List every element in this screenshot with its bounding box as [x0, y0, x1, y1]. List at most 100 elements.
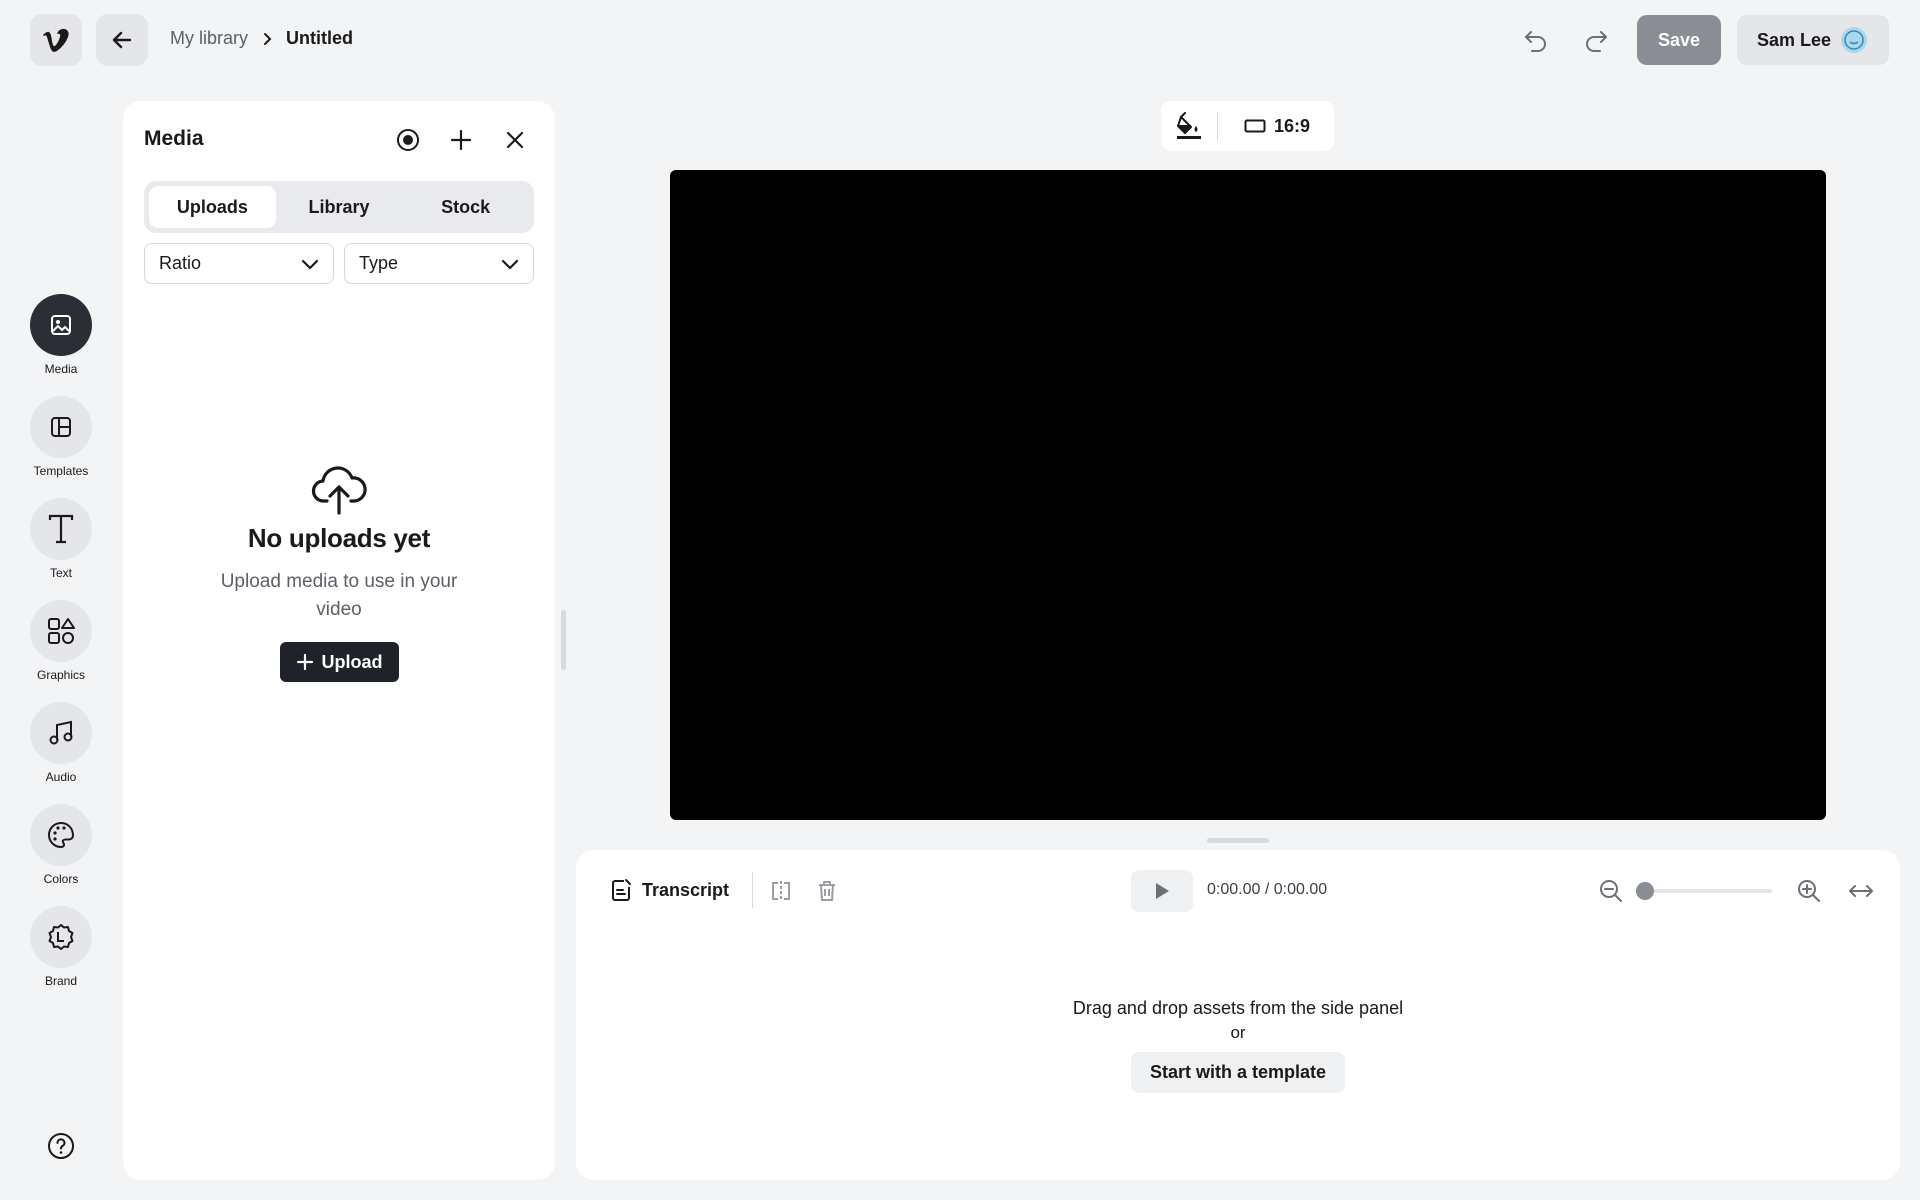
shapes-icon: [48, 618, 75, 644]
breadcrumb: My library Untitled: [170, 28, 353, 49]
record-icon: [397, 129, 419, 151]
panel-resize-handle[interactable]: [561, 610, 566, 670]
split-icon: [772, 881, 790, 901]
empty-description: Upload media to use in your video: [220, 571, 458, 620]
tab-library[interactable]: Library: [276, 186, 403, 228]
rail-colors-button[interactable]: [30, 804, 92, 866]
rail-brand-button[interactable]: [30, 906, 92, 968]
video-canvas[interactable]: [670, 170, 1826, 820]
current-time: 0:00.00: [1207, 881, 1261, 898]
zoom-slider-thumb[interactable]: [1636, 882, 1654, 900]
rail-item-audio[interactable]: Audio: [20, 702, 102, 784]
background-fill-button[interactable]: [1161, 101, 1217, 151]
add-media-button[interactable]: [446, 125, 476, 155]
upload-button[interactable]: Upload: [279, 642, 399, 682]
chevron-down-icon: [501, 259, 519, 270]
paint-bucket-icon: [1177, 112, 1201, 139]
avatar: [1841, 27, 1868, 53]
play-button[interactable]: [1131, 870, 1193, 912]
breadcrumb-my-library[interactable]: My library: [170, 28, 248, 49]
timeline-resize-handle[interactable]: [1207, 838, 1269, 843]
close-panel-button[interactable]: [500, 125, 530, 155]
aspect-ratio-button[interactable]: 16:9: [1218, 116, 1310, 137]
timeline-divider: [752, 872, 753, 908]
ratio-filter-label: Ratio: [159, 253, 202, 273]
zoom-out-button[interactable]: [1596, 876, 1626, 906]
delete-clip-button[interactable]: [812, 876, 842, 906]
palette-icon: [48, 821, 75, 849]
trash-icon: [819, 881, 835, 901]
close-icon: [506, 131, 524, 149]
transcript-icon: [612, 879, 631, 901]
rail-audio-button[interactable]: [30, 702, 92, 764]
rail-media-button[interactable]: [30, 294, 92, 356]
fit-to-width-button[interactable]: [1846, 876, 1876, 906]
canvas-toolbar: 16:9: [1161, 101, 1334, 151]
timeline-panel: Transcript 0:00.00 / 0:00.00 Drag and dr…: [576, 850, 1900, 1180]
split-clip-button[interactable]: [766, 876, 796, 906]
record-button[interactable]: [393, 125, 423, 155]
empty-title: No uploads yet: [247, 523, 431, 553]
rail-item-brand[interactable]: Brand: [20, 906, 102, 988]
help-button[interactable]: [46, 1131, 76, 1161]
vimeo-logo-button[interactable]: [30, 14, 82, 66]
time-separator: /: [1264, 881, 1270, 898]
rail-item-templates[interactable]: Templates: [20, 396, 102, 478]
vimeo-logo-icon: [43, 28, 69, 52]
rail-label-colors: Colors: [43, 872, 79, 886]
text-icon: [48, 514, 74, 544]
brand-icon: [48, 924, 74, 950]
redo-icon: [1586, 31, 1607, 52]
upload-button-label: Upload: [321, 651, 383, 672]
user-name: Sam Lee: [1757, 29, 1832, 50]
save-button[interactable]: Save: [1637, 15, 1721, 65]
type-filter-select[interactable]: Type: [344, 243, 534, 284]
undo-icon: [1525, 31, 1546, 52]
rail-item-text[interactable]: Text: [20, 498, 102, 580]
ratio-filter-select[interactable]: Ratio: [144, 243, 334, 284]
layout-icon: [51, 417, 71, 437]
media-panel: Media Uploads Library Stock Ratio Type N…: [123, 101, 555, 1180]
rail-text-button[interactable]: [30, 498, 92, 560]
transcript-label: Transcript: [642, 879, 730, 900]
rail-label-audio: Audio: [45, 770, 77, 784]
play-icon: [1156, 883, 1169, 899]
zoom-slider[interactable]: [1636, 882, 1772, 900]
start-with-template-button[interactable]: Start with a template: [1131, 1052, 1345, 1093]
chevron-right-icon: [262, 32, 272, 46]
image-icon: [51, 315, 71, 335]
transcript-button[interactable]: Transcript: [610, 868, 729, 912]
smiley-icon: [1844, 30, 1864, 50]
tab-stock[interactable]: Stock: [402, 186, 529, 228]
zoom-slider-track: [1636, 889, 1772, 893]
rail-label-media: Media: [44, 362, 78, 376]
rail-graphics-button[interactable]: [30, 600, 92, 662]
rail-label-graphics: Graphics: [36, 668, 86, 682]
redo-button[interactable]: [1578, 22, 1614, 58]
plus-icon: [296, 653, 313, 671]
rail-label-templates: Templates: [33, 464, 89, 478]
rail-item-graphics[interactable]: Graphics: [20, 600, 102, 682]
or-label: or: [1230, 1023, 1246, 1042]
rail-templates-button[interactable]: [30, 396, 92, 458]
zoom-in-button[interactable]: [1794, 876, 1824, 906]
total-time: 0:00.00: [1273, 881, 1328, 898]
user-menu-button[interactable]: Sam Lee: [1737, 15, 1889, 65]
tab-uploads[interactable]: Uploads: [149, 186, 276, 228]
drop-hint: Drag and drop assets from the side panel: [1072, 998, 1404, 1018]
rail-item-colors[interactable]: Colors: [20, 804, 102, 886]
type-filter-label: Type: [359, 253, 399, 273]
top-bar: My library Untitled Save Sam Lee: [0, 0, 1920, 80]
rail-item-media[interactable]: Media: [20, 294, 102, 376]
horizontal-arrows-icon: [1849, 885, 1873, 897]
rail-label-text: Text: [49, 566, 72, 580]
undo-button[interactable]: [1518, 22, 1554, 58]
project-title[interactable]: Untitled: [286, 28, 353, 49]
aspect-ratio-icon: [1244, 119, 1266, 133]
help-icon: [48, 1133, 74, 1159]
media-tabs: Uploads Library Stock: [144, 181, 534, 233]
zoom-in-icon: [1798, 880, 1820, 902]
zoom-out-icon: [1600, 880, 1622, 902]
cloud-upload-icon: [123, 463, 555, 515]
back-button[interactable]: [96, 14, 148, 66]
